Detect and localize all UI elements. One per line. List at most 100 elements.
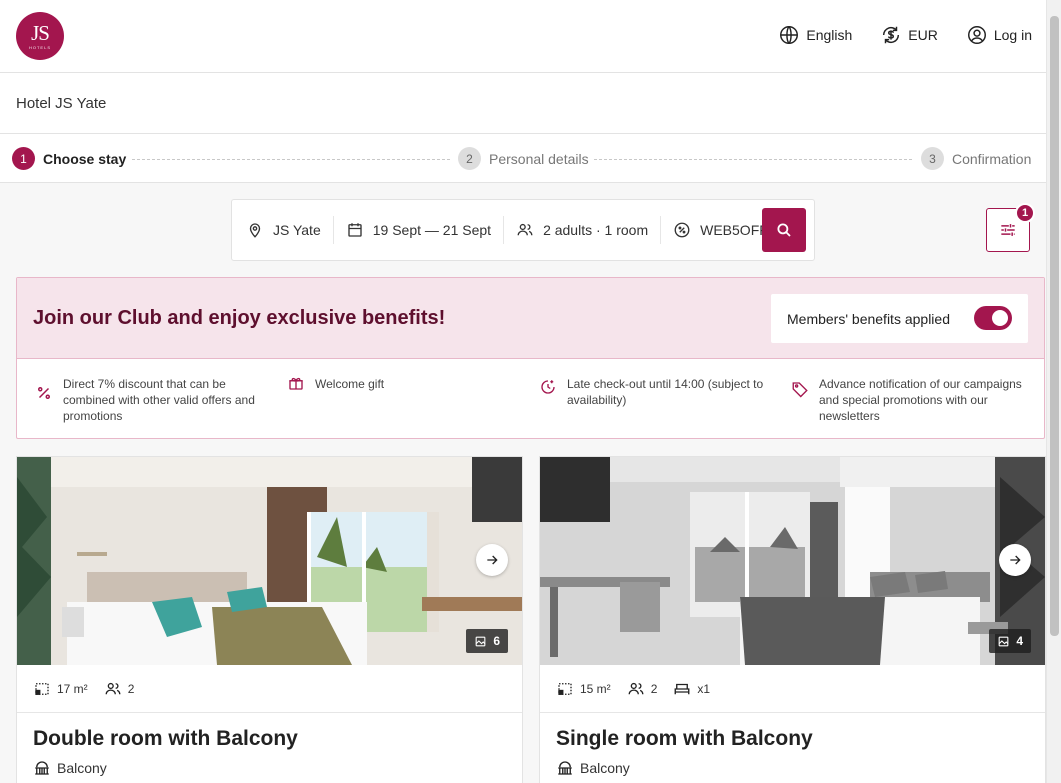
currency-label: EUR [908,27,938,43]
benefit-text: Direct 7% discount that can be combined … [63,377,255,423]
room-title[interactable]: Single room with Balcony [540,713,1045,751]
percent-icon [38,387,50,399]
room-meta: 17 m² 2 [17,665,522,713]
room-card[interactable]: 6 17 m² 2 Double room with Balcony Balco… [16,456,523,783]
next-photo-button[interactable] [999,544,1031,576]
step-personal-details: 2 Personal details [458,147,589,170]
arrow-right-icon [487,555,498,565]
login-link[interactable]: Log in [966,24,1032,46]
room-meta: 15 m² 2 x1 [540,665,1045,713]
scrollbar-thumb[interactable] [1050,16,1059,636]
balcony-icon [35,761,49,775]
step-divider [132,159,450,160]
guests-icon [517,223,533,236]
room-feature: Balcony [17,751,522,783]
promo-code-value: WEB5OFF [700,222,768,238]
search-button[interactable] [762,208,806,252]
guests-field[interactable]: 2 adults · 1 room [516,216,662,244]
page-scrollbar[interactable] [1046,0,1061,783]
step-label: Personal details [489,150,589,167]
top-header: JS HOTELS English EUR Log in [0,0,1046,73]
area-icon [35,682,49,695]
step-number: 1 [12,147,35,170]
language-selector[interactable]: English [778,24,852,46]
currency-selector[interactable]: EUR [880,24,938,46]
globe-icon [780,26,799,44]
login-label: Log in [993,27,1032,43]
members-benefits-panel: Members' benefits applied [771,294,1028,343]
members-benefits-toggle[interactable] [974,306,1012,330]
room-capacity: 2 [104,680,135,698]
benefit-item: Advance notification of our campaigns an… [791,376,1031,424]
logo-mark: JS [31,20,50,45]
step-confirmation: 3 Confirmation [921,147,1031,170]
gift-icon [289,377,303,390]
logo-subtext: HOTELS [28,44,51,50]
user-circle-icon [967,26,986,44]
currency-exchange-icon [883,26,900,44]
benefit-item: Welcome gift [287,376,507,392]
room-feature: Balcony [540,751,1045,783]
dates-field[interactable]: 19 Sept — 21 Sept [346,216,505,244]
step-label: Choose stay [43,150,127,167]
room-photo[interactable]: 4 [540,457,1045,665]
room-size-value: 15 m² [580,681,611,696]
photo-count-badge[interactable]: 6 [466,629,508,653]
members-benefits-label: Members' benefits applied [787,310,950,327]
dates-value: 19 Sept — 21 Sept [372,222,492,238]
room-beds: x1 [673,680,710,698]
room-size-value: 17 m² [57,681,88,696]
location-value: JS Yate [273,222,321,238]
filters-count-badge: 1 [1015,203,1035,223]
benefit-item: Late check-out until 14:00 (subject to a… [539,376,769,408]
guests-icon [105,682,121,694]
room-feature-label: Balcony [580,760,630,776]
discount-icon [674,222,690,238]
photo-count: 6 [493,634,500,648]
club-banner: Join our Club and enjoy exclusive benefi… [16,277,1045,439]
room-capacity-value: 2 [650,681,658,696]
calendar-icon [348,223,362,237]
benefit-text: Late check-out until 14:00 (subject to a… [567,377,764,407]
step-number: 2 [458,147,481,170]
room-capacity: 2 [627,680,658,698]
image-icon [998,636,1009,646]
room-photo-image [17,457,522,665]
step-choose-stay[interactable]: 1 Choose stay [12,147,126,170]
guests-value: 2 adults · 1 room [543,222,649,238]
benefit-text: Welcome gift [315,377,385,391]
search-icon [777,223,791,237]
location-pin-icon [249,223,261,238]
next-photo-button[interactable] [476,544,508,576]
step-label: Confirmation [952,150,1032,167]
bed-icon [674,683,690,694]
room-size: 15 m² [556,680,611,698]
room-size: 17 m² [33,680,88,698]
club-title: Join our Club and enjoy exclusive benefi… [33,307,446,329]
area-icon [558,682,572,695]
benefit-item: Direct 7% discount that can be combined … [35,376,265,424]
benefit-text: Advance notification of our campaigns an… [819,377,1022,423]
room-feature-label: Balcony [57,760,107,776]
room-title[interactable]: Double room with Balcony [17,713,522,751]
image-icon [475,636,486,646]
late-checkout-icon [541,380,555,394]
tag-icon [792,382,808,398]
room-card[interactable]: 4 15 m² 2 x1 Single room with Balcony Ba… [539,456,1046,783]
hotel-bar: Hotel JS Yate [0,73,1046,134]
location-field[interactable]: JS Yate [246,216,334,244]
balcony-icon [558,761,572,775]
guests-icon [628,682,644,694]
room-photo[interactable]: 6 [17,457,522,665]
booking-steps: 1 Choose stay 2 Personal details 3 Confi… [0,134,1046,183]
hotel-logo[interactable]: JS HOTELS [16,12,64,60]
room-beds-value: x1 [697,681,711,696]
language-label: English [806,27,853,43]
room-capacity-value: 2 [127,681,135,696]
search-bar: JS Yate 19 Sept — 21 Sept 2 adults · 1 r… [231,199,815,261]
filters-button[interactable]: 1 [986,203,1035,252]
photo-count-badge[interactable]: 4 [989,629,1031,653]
room-photo-image [540,457,1045,665]
photo-count: 4 [1016,634,1023,648]
arrow-right-icon [1010,555,1021,565]
